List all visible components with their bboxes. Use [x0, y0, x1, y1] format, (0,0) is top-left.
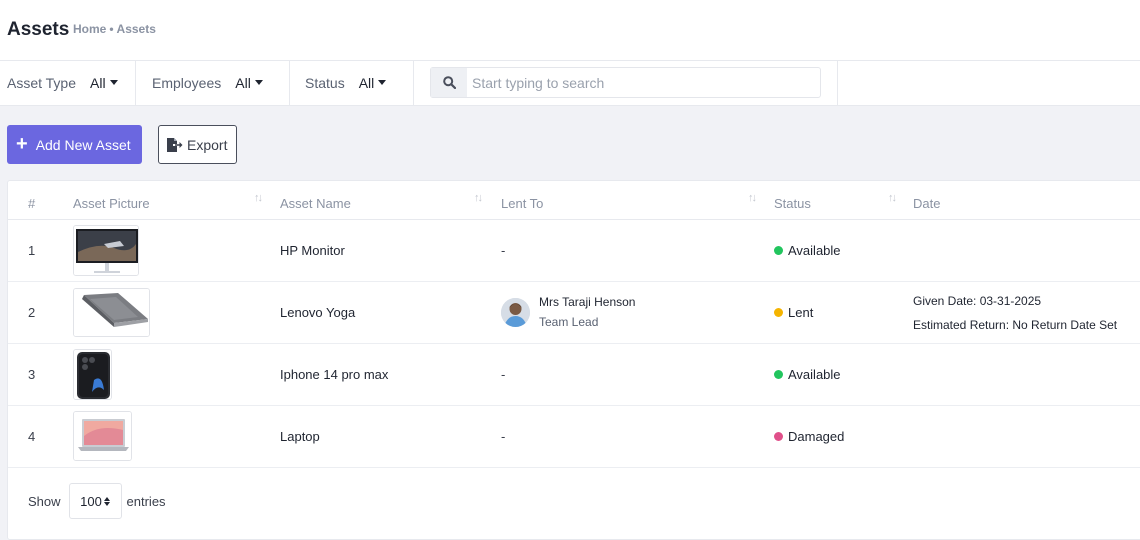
file-export-icon: [167, 137, 183, 152]
laptop-image: [73, 288, 150, 337]
employees-value: All: [235, 75, 251, 91]
status-text: Available: [788, 367, 841, 382]
sort-icon[interactable]: ↑↓: [474, 192, 483, 204]
caret-down-icon: [109, 79, 118, 85]
column-header-num: #: [28, 196, 36, 211]
lent-to-person[interactable]: Mrs Taraji Henson Team Lead: [501, 295, 635, 329]
table-row[interactable]: 2 Lenovo Yoga Mrs Taraji Henson Team Lea…: [8, 282, 1140, 344]
page-title: Assets: [7, 19, 70, 40]
lent-to-value: -: [501, 243, 506, 258]
status-text: Damaged: [788, 429, 845, 444]
phone-image: [73, 349, 112, 400]
show-label: Show: [28, 493, 61, 509]
asset-name: Laptop: [280, 429, 320, 444]
status-badge: Available: [774, 367, 841, 382]
asset-type-label: Asset Type: [7, 75, 77, 91]
sort-icon[interactable]: ↑↓: [748, 192, 757, 204]
column-header-picture[interactable]: Asset Picture: [73, 196, 150, 211]
assets-table-card: # Asset Picture ↑↓ Asset Name ↑↓ Lent To…: [7, 180, 1140, 540]
status-badge: Available: [774, 243, 841, 258]
asset-type-filter: Asset Type All: [7, 61, 136, 105]
lent-to-value: -: [501, 367, 506, 382]
column-header-date[interactable]: Date: [913, 196, 940, 211]
page-size-select[interactable]: 100: [68, 483, 122, 519]
page-header: Assets Home • Assets: [0, 0, 1140, 61]
table-row[interactable]: 4 Laptop - Damaged: [8, 406, 1140, 468]
export-label: Export: [187, 136, 228, 153]
asset-type-dropdown[interactable]: All: [90, 75, 118, 91]
status-dot: [774, 246, 783, 255]
row-number: 1: [28, 243, 36, 258]
row-number: 4: [28, 429, 36, 444]
person-role: Team Lead: [539, 315, 599, 329]
status-badge: Damaged: [774, 429, 844, 444]
asset-name: Lenovo Yoga: [280, 305, 356, 320]
search-input[interactable]: [467, 68, 820, 97]
lent-to-value: -: [501, 429, 506, 444]
table-header: # Asset Picture ↑↓ Asset Name ↑↓ Lent To…: [8, 181, 1140, 220]
column-header-name[interactable]: Asset Name: [280, 196, 351, 211]
table-footer: Show 100 entries: [28, 483, 166, 519]
table-row[interactable]: 1 HP Monitor - Available: [8, 220, 1140, 282]
row-number: 3: [28, 367, 36, 382]
breadcrumb-separator: •: [109, 22, 114, 36]
caret-down-icon: [378, 79, 387, 85]
status-text: Lent: [788, 305, 814, 320]
employees-label: Employees: [152, 75, 222, 91]
status-label: Status: [305, 75, 345, 91]
status-filter: Status All: [305, 61, 414, 105]
employees-dropdown[interactable]: All: [235, 75, 263, 91]
given-date: Given Date: 03-31-2025: [913, 294, 1042, 308]
plus-icon: +: [16, 132, 28, 155]
table-row[interactable]: 3 Iphone 14 pro max - Available: [8, 344, 1140, 406]
breadcrumb: Home • Assets: [73, 22, 156, 36]
status-text: Available: [788, 243, 841, 258]
sort-icon[interactable]: ↑↓: [254, 192, 263, 204]
avatar: [501, 297, 530, 327]
asset-name: HP Monitor: [280, 243, 345, 258]
page-size-value: 100: [80, 493, 102, 509]
export-button[interactable]: Export: [158, 125, 237, 164]
asset-name: Iphone 14 pro max: [280, 367, 389, 382]
search-icon: [431, 68, 467, 97]
status-value: All: [358, 75, 375, 91]
entries-label: entries: [126, 493, 166, 509]
add-new-asset-button[interactable]: + Add New Asset: [7, 125, 142, 164]
status-dot: [774, 308, 783, 317]
laptop-image: [73, 411, 132, 461]
status-badge: Lent: [774, 305, 813, 320]
person-name: Mrs Taraji Henson: [539, 295, 636, 309]
employees-filter: Employees All: [152, 61, 290, 105]
breadcrumb-home[interactable]: Home: [73, 22, 106, 36]
column-header-lent-to[interactable]: Lent To: [501, 196, 543, 211]
monitor-image: [73, 225, 139, 276]
estimated-return: Estimated Return: No Return Date Set: [913, 318, 1118, 332]
add-new-asset-label: Add New Asset: [35, 136, 131, 153]
status-dot: [774, 370, 783, 379]
row-number: 2: [28, 305, 36, 320]
status-dot: [774, 432, 783, 441]
breadcrumb-current: Assets: [116, 22, 156, 36]
search-box: [430, 67, 821, 98]
filter-bar: Asset Type All Employees All Status All: [0, 61, 1140, 106]
sort-icon[interactable]: ↑↓: [888, 192, 897, 204]
column-header-status[interactable]: Status: [774, 196, 811, 211]
filter-divider: [837, 61, 838, 105]
sort-updown-icon: [103, 496, 110, 506]
status-dropdown[interactable]: All: [359, 75, 387, 91]
caret-down-icon: [254, 79, 263, 85]
asset-type-value: All: [90, 75, 106, 91]
